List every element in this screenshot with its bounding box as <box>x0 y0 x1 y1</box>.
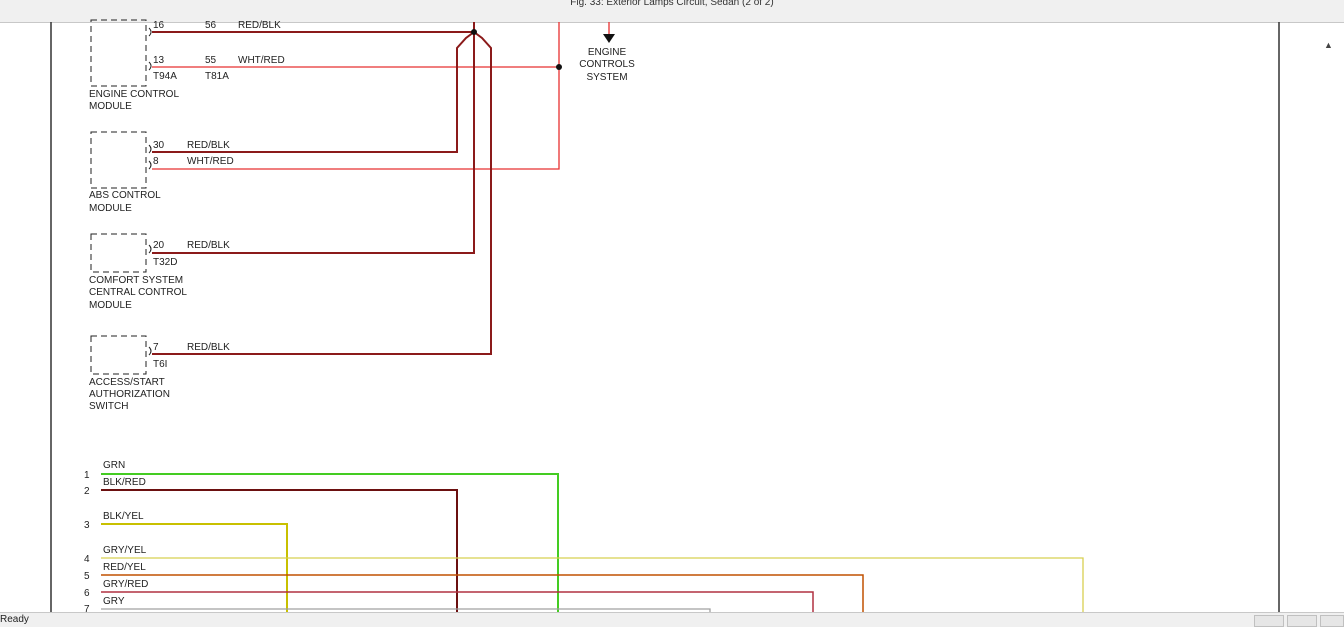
wire-access-7 <box>152 31 492 355</box>
connector-label: T32D <box>153 257 177 268</box>
status-text: Ready <box>0 614 29 625</box>
comfort-system-module-box <box>90 233 147 273</box>
bus-color-label: GRY <box>103 596 125 607</box>
connector-label: T6I <box>153 359 167 370</box>
pin-label: 56 <box>205 20 217 31</box>
bus-color-label: GRY/RED <box>103 579 148 590</box>
pin-label: 16 <box>153 20 165 31</box>
status-pane-button[interactable] <box>1254 615 1284 627</box>
module-name: MODULE <box>89 300 132 311</box>
connector-label: T94A <box>153 71 177 82</box>
module-name: SWITCH <box>89 401 128 412</box>
module-name: COMFORT SYSTEM <box>89 275 183 286</box>
module-name: ACCESS/START <box>89 377 165 388</box>
status-bar: Ready <box>0 612 1344 627</box>
bus-wire-5 <box>101 574 864 612</box>
splice-dot <box>471 29 477 35</box>
module-name: ABS CONTROL <box>89 190 161 201</box>
wire-color-label: WHT/RED <box>187 156 234 167</box>
pin-label: 13 <box>153 55 165 66</box>
bus-color-label: GRY/YEL <box>103 545 147 556</box>
bus-pin-label: 5 <box>84 571 90 582</box>
access-start-switch-box <box>90 335 147 375</box>
bus-pin-label: 6 <box>84 588 90 599</box>
pin-label: 55 <box>205 55 217 66</box>
status-pane-button[interactable] <box>1287 615 1317 627</box>
engine-controls-label: CONTROLS <box>579 59 635 70</box>
pin-label: 20 <box>153 240 165 251</box>
connector-label: T81A <box>205 71 229 82</box>
module-name: CENTRAL CONTROL <box>89 287 187 298</box>
wire-color-label: RED/BLK <box>238 20 281 31</box>
abs-control-module-box <box>90 131 147 189</box>
wire-color-label: RED/BLK <box>187 342 230 353</box>
module-name: ENGINE CONTROL <box>89 89 179 100</box>
pin-label: 8 <box>153 156 159 167</box>
wire-color-label: RED/BLK <box>187 240 230 251</box>
bus-pin-label: 4 <box>84 554 90 565</box>
engine-controls-label: SYSTEM <box>586 72 627 83</box>
bus-pin-label: 1 <box>84 470 90 481</box>
engine-control-module-box <box>90 19 147 87</box>
bus-pin-label: 3 <box>84 520 90 531</box>
wire-abs-30 <box>152 31 475 153</box>
pin-label: 7 <box>153 342 159 353</box>
module-name: MODULE <box>89 101 132 112</box>
bus-color-label: BLK/RED <box>103 477 146 488</box>
wire-color-label: RED/BLK <box>187 140 230 151</box>
bus-color-label: GRN <box>103 460 125 471</box>
wire-color-label: WHT/RED <box>238 55 285 66</box>
module-name: AUTHORIZATION <box>89 389 170 400</box>
engine-controls-arrow-icon <box>603 34 615 43</box>
bus-color-label: RED/YEL <box>103 562 146 573</box>
bus-color-label: BLK/YEL <box>103 511 144 522</box>
wiring-diagram: 16 56 RED/BLK 13 55 WHT/RED T94A T81A EN… <box>50 19 1280 615</box>
splice-dot <box>556 64 562 70</box>
bus-wire-4 <box>101 557 1084 612</box>
engine-controls-label: ENGINE <box>588 47 627 58</box>
pin-label: 30 <box>153 140 165 151</box>
status-pane-button[interactable] <box>1320 615 1344 627</box>
module-name: MODULE <box>89 203 132 214</box>
scroll-up-icon[interactable]: ▲ <box>1324 40 1333 50</box>
bus-wire-2 <box>101 489 458 612</box>
bus-pin-label: 2 <box>84 486 90 497</box>
